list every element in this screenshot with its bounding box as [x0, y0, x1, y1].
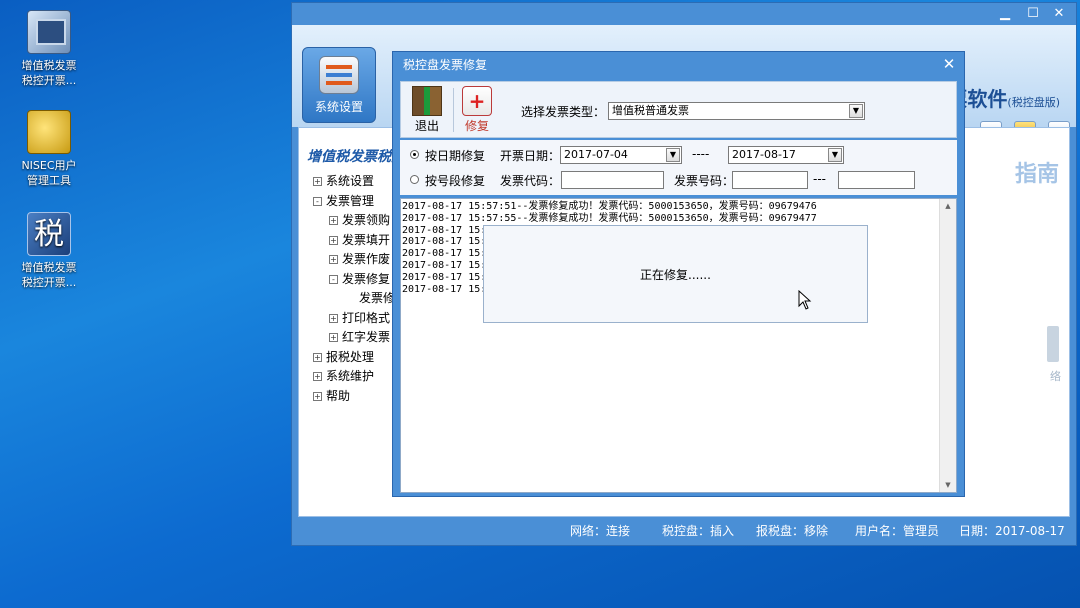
tree-item-invoice-management[interactable]: - 发票管理 [313, 192, 395, 212]
log-line: 2017-08-17 15:57:51--发票修复成功！发票代码：5000153… [402, 201, 817, 212]
invoice-type-label: 选择发票类型： [521, 105, 606, 119]
radio-by-number[interactable] [410, 175, 419, 184]
tree-item-system-settings[interactable]: + 系统设置 [313, 172, 395, 192]
status-bar: 网络：连接 税控盘：插入 报税盘：移除 用户名：管理员 日期：2017-08-1… [292, 517, 1076, 545]
tree-item-invoice-repair[interactable]: - 发票修复 [313, 270, 395, 290]
system-settings-button[interactable]: 系统设置 [302, 47, 376, 123]
log-scrollbar[interactable]: ▲ ▼ [939, 199, 956, 492]
desktop-icon-label: 增值税发票 税控开票... [21, 59, 77, 87]
desktop-icon-label: NISEC用户 管理工具 [21, 159, 77, 187]
status-report-disk: 报税盘：移除 [756, 524, 829, 538]
key-shield-icon [27, 110, 71, 154]
tree-item-red-invoice[interactable]: + 红字发票 [313, 328, 395, 348]
date-from-picker[interactable]: 2017-07-04 ▼ [560, 146, 682, 164]
invoice-app-icon [27, 10, 71, 54]
tree-item-help[interactable]: + 帮助 [313, 387, 395, 407]
invoice-number-to-input[interactable] [838, 171, 915, 189]
nav-title: 增值税发票税控 [307, 149, 405, 165]
invoice-type-select[interactable]: 增值税普通发票 ▼ [608, 102, 865, 120]
settings-icon [319, 56, 359, 94]
repair-log[interactable]: 2017-08-17 15:57:51--发票修复成功！发票代码：5000153… [400, 198, 957, 493]
dialog-toolbar: 退出 修复 选择发票类型： 增值税普通发票 ▼ [400, 81, 957, 138]
network-label: 络 [1050, 370, 1061, 383]
desktop-icon-nisec[interactable]: NISEC用户 管理工具 [8, 110, 90, 188]
tree-item-invoice-repair-sub[interactable]: 发票修 [313, 289, 395, 309]
log-line: 2017-08-17 15: [402, 236, 487, 248]
radio-by-date[interactable] [410, 150, 419, 159]
log-line: 2017-08-17 15:57:55--发票修复成功！发票代码：5000153… [402, 212, 817, 224]
tax-char-icon: 税 [27, 212, 71, 256]
tree-item-tax-report[interactable]: + 报税处理 [313, 348, 395, 368]
number-label: 发票号码： [674, 174, 735, 188]
log-line: 2017-08-17 15: [402, 224, 487, 236]
progress-text: 正在修复...... [640, 268, 711, 282]
repair-button[interactable]: 修复 [457, 86, 497, 134]
chevron-down-icon: ▼ [849, 104, 863, 118]
toolbar-divider [453, 88, 454, 132]
desktop-icon-invoice-app-2[interactable]: 税 增值税发票 税控开票... [8, 212, 90, 290]
exit-button[interactable]: 退出 [407, 86, 447, 134]
radio-by-date-label: 按日期修复 [425, 149, 486, 163]
scroll-up-icon[interactable]: ▲ [940, 199, 956, 213]
log-line: 2017-08-17 15: [402, 248, 487, 260]
maximize-button[interactable]: ☐ [1020, 5, 1046, 23]
tree-item-print-format[interactable]: + 打印格式 [313, 309, 395, 329]
first-aid-icon [462, 86, 492, 116]
tree-item-invoice-issue[interactable]: + 发票填开 [313, 231, 395, 251]
date-to-picker[interactable]: 2017-08-17 ▼ [728, 146, 844, 164]
log-line: 2017-08-17 15: [402, 259, 487, 271]
dialog-titlebar: 税控盘发票修复 ✕ [393, 52, 964, 79]
code-label: 发票代码： [500, 174, 561, 188]
network-icon [1047, 326, 1059, 362]
log-line: 2017-08-17 15: [402, 271, 487, 283]
status-tax-disk: 税控盘：插入 [662, 524, 735, 538]
chevron-down-icon: ▼ [828, 148, 842, 162]
log-line: 2017-08-17 15: [402, 283, 487, 295]
mouse-cursor-icon [798, 290, 812, 310]
date-label: 开票日期： [500, 149, 561, 163]
tree-item-invoice-purchase[interactable]: + 发票领购 [313, 211, 395, 231]
dialog-title: 税控盘发票修复 [403, 58, 488, 72]
main-titlebar: ▁ ☐ ✕ [292, 3, 1076, 25]
tree-item-system-maintenance[interactable]: + 系统维护 [313, 367, 395, 387]
guide-heading: 指南 [1014, 162, 1059, 187]
invoice-number-from-input[interactable] [732, 171, 808, 189]
system-settings-label: 系统设置 [314, 100, 363, 114]
number-range-separator: --- [813, 172, 826, 186]
exit-door-icon [412, 86, 442, 116]
dialog-close-button[interactable]: ✕ [940, 52, 958, 79]
status-date: 日期：2017-08-17 [959, 524, 1065, 538]
filter-panel: 按日期修复 开票日期： 2017-07-04 ▼ ---- 2017-08-17 ▼… [400, 140, 957, 195]
desktop-icon-invoice-app[interactable]: 增值税发票 税控开票... [8, 10, 90, 88]
minimize-button[interactable]: ▁ [992, 5, 1018, 23]
tree-item-invoice-void[interactable]: + 发票作废 [313, 250, 395, 270]
close-button[interactable]: ✕ [1046, 5, 1072, 23]
invoice-code-input[interactable] [561, 171, 664, 189]
status-network: 网络：连接 [570, 524, 631, 538]
date-range-separator: ---- [692, 147, 710, 161]
status-user: 用户名：管理员 [855, 524, 940, 538]
nav-tree: + 系统设置 - 发票管理 + 发票领购 + 发票填开 + 发票作废 - 发票修复 发票修 … [313, 172, 395, 406]
radio-by-number-label: 按号段修复 [425, 174, 486, 188]
scroll-down-icon[interactable]: ▼ [940, 478, 956, 492]
invoice-repair-dialog: 税控盘发票修复 ✕ 退出 修复 选择发票类型： 增值税普通发票 ▼ 按日期修复 … [392, 51, 965, 497]
chevron-down-icon: ▼ [666, 148, 680, 162]
desktop-icon-label: 增值税发票 税控开票... [21, 261, 77, 289]
